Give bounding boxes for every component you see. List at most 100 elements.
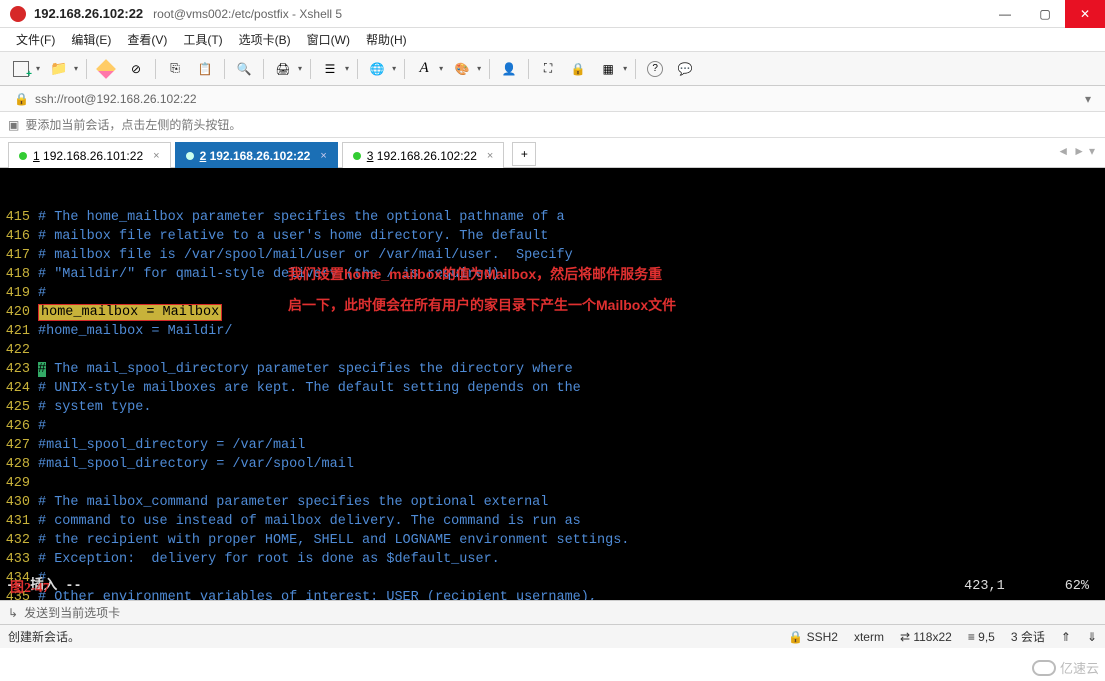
status-ssh: 🔒 SSH2 (788, 630, 838, 644)
font-dropdown-icon[interactable]: ▾ (439, 64, 443, 73)
new-dropdown-icon[interactable]: ▾ (36, 64, 40, 73)
tab-scroll-arrows: ▾ (1057, 144, 1095, 158)
new-session-button[interactable] (10, 58, 32, 80)
menu-help[interactable]: 帮助(H) (360, 29, 413, 50)
lock-terminal-button[interactable] (567, 58, 589, 80)
terminal-line: 415# The home_mailbox parameter specifie… (0, 208, 1101, 227)
line-number: 420 (0, 303, 38, 322)
menu-tabs[interactable]: 选项卡(B) (233, 29, 297, 50)
tab-label: 1 192.168.26.101:22 (33, 149, 143, 163)
line-number: 418 (0, 265, 38, 284)
line-number: 422 (0, 341, 38, 360)
tab-close-icon[interactable]: × (153, 150, 159, 162)
terminal-output[interactable]: 415# The home_mailbox parameter specifie… (0, 168, 1105, 600)
open-dropdown-icon[interactable]: ▾ (74, 64, 78, 73)
tile-dropdown-icon[interactable]: ▾ (623, 64, 627, 73)
tab-scroll-left-icon[interactable] (1057, 144, 1069, 158)
search-button[interactable] (233, 58, 255, 80)
print-button[interactable] (272, 58, 294, 80)
terminal-line: 433# Exception: delivery for root is don… (0, 550, 1101, 569)
toolbar-separator (528, 59, 529, 79)
line-text: # the recipient with proper HOME, SHELL … (38, 531, 629, 550)
color-dropdown-icon[interactable]: ▾ (477, 64, 481, 73)
menu-window[interactable]: 窗口(W) (301, 29, 356, 50)
tab-close-icon[interactable]: × (487, 150, 493, 162)
tile-windows-button[interactable] (597, 58, 619, 80)
feedback-button[interactable] (674, 58, 696, 80)
close-button[interactable] (1065, 0, 1105, 28)
line-number: 427 (0, 436, 38, 455)
session-tab-1[interactable]: 1 192.168.26.101:22 × (8, 142, 171, 168)
menu-tools[interactable]: 工具(T) (177, 29, 228, 50)
status-sync-up-icon[interactable]: ⇑ (1061, 630, 1071, 644)
lock-icon: 🔒 (14, 92, 29, 106)
line-text: # system type. (38, 398, 151, 417)
session-tab-3[interactable]: 3 192.168.26.102:22 × (342, 142, 505, 168)
toolbar-separator (404, 59, 405, 79)
address-text[interactable]: ssh://root@192.168.26.102:22 (35, 92, 1085, 106)
encoding-button[interactable] (366, 58, 388, 80)
tab-close-icon[interactable]: × (320, 150, 326, 162)
line-text: # The mailbox_command parameter specifie… (38, 493, 548, 512)
status-term-size: ⇄ 118x22 (900, 630, 952, 644)
figure-label: 图2-47 (10, 579, 50, 598)
line-number: 423 (0, 360, 38, 379)
open-button[interactable] (48, 58, 70, 80)
encoding-dropdown-icon[interactable]: ▾ (392, 64, 396, 73)
status-cursor: ≡ 9,5 (968, 630, 995, 644)
tip-text: 要添加当前会话，点击左侧的箭头按钮。 (25, 116, 241, 133)
line-text: # The mail_spool_directory parameter spe… (38, 360, 573, 379)
tab-label: 3 192.168.26.102:22 (367, 149, 477, 163)
terminal-line: 416# mailbox file relative to a user's h… (0, 227, 1101, 246)
help-button[interactable] (644, 58, 666, 80)
session-tab-2[interactable]: 2 192.168.26.102:22 × (175, 142, 338, 168)
terminal-line: 429 (0, 474, 1101, 493)
compose-hint: 发送到当前选项卡 (24, 604, 120, 621)
address-bar: 🔒 ssh://root@192.168.26.102:22 ▾ (0, 86, 1105, 112)
menu-edit[interactable]: 编辑(E) (65, 29, 117, 50)
line-text: # Exception: delivery for root is done a… (38, 550, 500, 569)
line-number: 421 (0, 322, 38, 341)
fullscreen-button[interactable] (537, 58, 559, 80)
new-tab-button[interactable]: + (512, 142, 536, 166)
line-number: 419 (0, 284, 38, 303)
maximize-button[interactable] (1025, 0, 1065, 28)
annotation-overlay-1: 我们设置home_mailbox的值为Mailbox，然后将邮件服务重 (288, 265, 662, 284)
tab-scroll-right-icon[interactable] (1073, 144, 1085, 158)
menu-file[interactable]: 文件(F) (10, 29, 61, 50)
paste-button[interactable] (194, 58, 216, 80)
menu-view[interactable]: 查看(V) (121, 29, 173, 50)
status-term-type: xterm (854, 630, 884, 644)
user-key-button[interactable] (498, 58, 520, 80)
status-bar: 创建新会话。 🔒 SSH2 xterm ⇄ 118x22 ≡ 9,5 3 会话 … (0, 624, 1105, 648)
copy-button[interactable] (164, 58, 186, 80)
line-number: 431 (0, 512, 38, 531)
terminal-line: 430# The mailbox_command parameter speci… (0, 493, 1101, 512)
font-button[interactable] (413, 58, 435, 80)
toolbar-separator (224, 59, 225, 79)
line-number: 428 (0, 455, 38, 474)
properties-button[interactable] (319, 58, 341, 80)
toolbar: ▾ ▾ ▾ ▾ ▾ ▾ ▾ ▾ (0, 52, 1105, 86)
line-number: 430 (0, 493, 38, 512)
status-sync-down-icon[interactable]: ⇓ (1087, 630, 1097, 644)
tab-list-dropdown-icon[interactable]: ▾ (1089, 144, 1095, 158)
minimize-button[interactable] (985, 0, 1025, 28)
line-text: # (38, 417, 46, 436)
watermark: 亿速云 (1032, 658, 1099, 677)
line-number: 425 (0, 398, 38, 417)
line-number: 415 (0, 208, 38, 227)
window-controls (985, 0, 1105, 28)
terminal-line: 423# The mail_spool_directory parameter … (0, 360, 1101, 379)
print-dropdown-icon[interactable]: ▾ (298, 64, 302, 73)
terminal-line: 425# system type. (0, 398, 1101, 417)
props-dropdown-icon[interactable]: ▾ (345, 64, 349, 73)
disconnect-button[interactable] (125, 58, 147, 80)
compose-bar[interactable]: ↳ 发送到当前选项卡 (0, 600, 1105, 624)
address-dropdown-icon[interactable]: ▾ (1085, 92, 1091, 106)
color-scheme-button[interactable] (451, 58, 473, 80)
compose-arrow-icon: ↳ (8, 606, 18, 620)
reconnect-button[interactable] (95, 58, 117, 80)
add-session-arrow-icon[interactable]: ▣ (8, 118, 19, 132)
terminal-line: 431# command to use instead of mailbox d… (0, 512, 1101, 531)
